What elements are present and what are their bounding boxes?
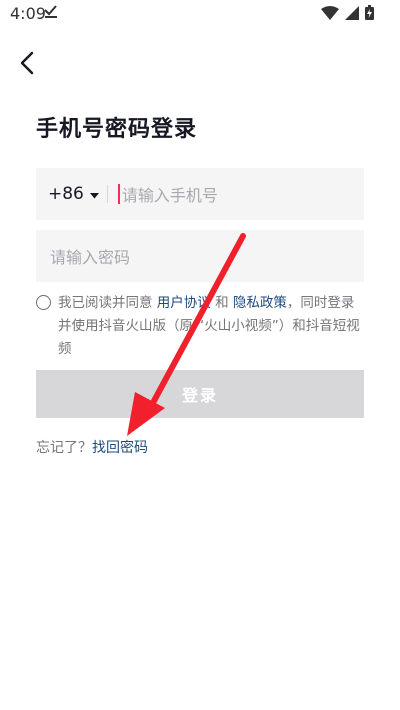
caret-down-icon (89, 184, 99, 204)
password-input[interactable]: 请输入密码 (50, 244, 130, 268)
field-divider (106, 185, 108, 203)
chevron-left-icon (19, 51, 35, 79)
signal-icon (345, 5, 359, 24)
back-button[interactable] (10, 48, 44, 82)
text-cursor (117, 184, 120, 204)
agreement-prefix: 我已阅读并同意 (58, 295, 157, 311)
agreement-text: 我已阅读并同意 用户协议 和 隐私政策，同时登录并使用抖音火山版（原 “火山小视… (58, 292, 366, 361)
user-agreement-link[interactable]: 用户协议 (157, 295, 211, 311)
country-code-value: +86 (48, 184, 84, 204)
forgot-prefix: 忘记了？ (36, 440, 92, 456)
agreement-checkbox[interactable] (36, 295, 51, 310)
status-bar: 4:09 (0, 0, 400, 30)
status-icons (321, 5, 374, 24)
privacy-policy-link[interactable]: 隐私政策 (233, 295, 287, 311)
phone-field[interactable]: +86 请输入手机号 (36, 168, 364, 220)
agreement-and: 和 (210, 295, 233, 311)
country-code-selector[interactable]: +86 (36, 184, 99, 204)
password-field[interactable]: 请输入密码 (36, 230, 364, 282)
recover-password-link[interactable]: 找回密码 (92, 440, 148, 456)
page-title: 手机号密码登录 (36, 117, 198, 142)
agreement: 我已阅读并同意 用户协议 和 隐私政策，同时登录并使用抖音火山版（原 “火山小视… (36, 292, 366, 361)
battery-charging-icon (365, 5, 374, 24)
status-time: 4:09 (10, 4, 46, 23)
wifi-icon (321, 5, 339, 24)
download-done-icon (44, 3, 58, 23)
forgot-password: 忘记了？找回密码 (36, 437, 148, 457)
phone-input[interactable]: 请输入手机号 (122, 182, 218, 206)
login-button[interactable]: 登录 (36, 370, 364, 418)
